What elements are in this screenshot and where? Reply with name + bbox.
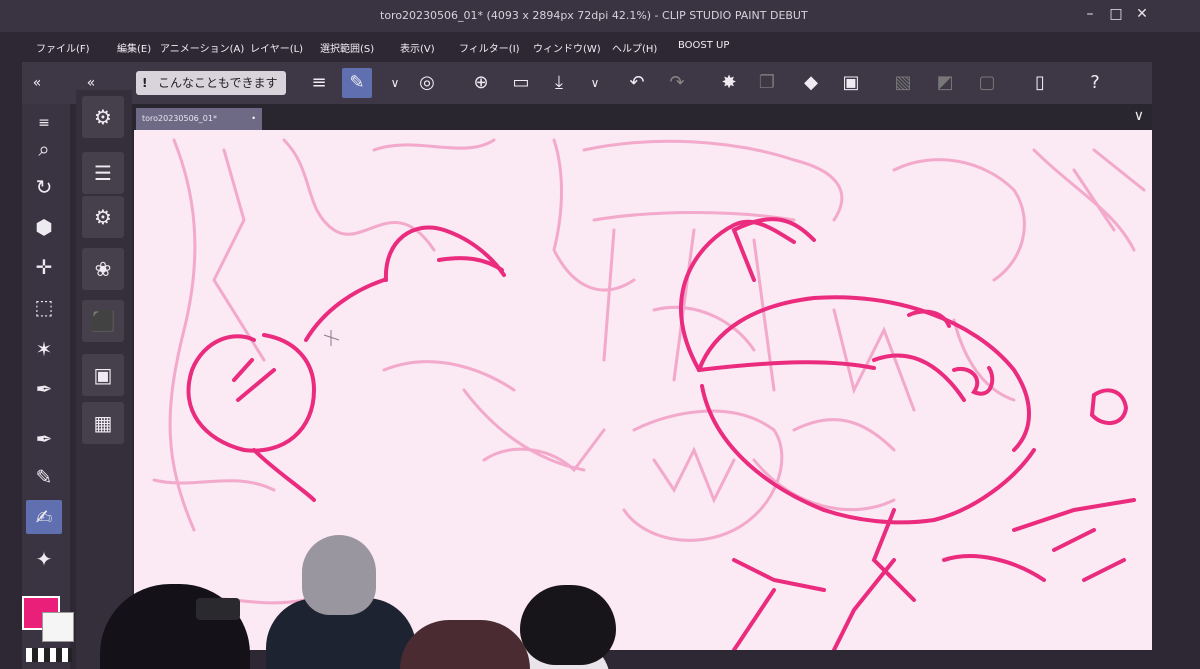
sparkle-icon[interactable]: ✦	[26, 542, 62, 576]
edit-pen-icon[interactable]: ✎	[342, 68, 372, 98]
pen-icon[interactable]: ✒	[26, 422, 62, 456]
sub-tool-detail-icon[interactable]: ☰	[82, 152, 124, 194]
minimize-icon[interactable]: –	[1078, 2, 1102, 26]
projected-screen: toro20230506_01* (4093 x 2894px 72dpi 42…	[0, 0, 1200, 669]
help-bubble-icon[interactable]: ?	[1080, 68, 1110, 98]
window-title: toro20230506_01* (4093 x 2894px 72dpi 42…	[380, 9, 808, 22]
menu-file[interactable]: ファイル(F)	[36, 40, 90, 55]
frame-icon[interactable]: ▢	[972, 68, 1002, 98]
color-drops-icon[interactable]: ❀	[82, 248, 124, 290]
phone-icon[interactable]: ▯	[1025, 68, 1055, 98]
menu-boost-up[interactable]: BOOST UP	[678, 40, 729, 51]
clear-selection-icon[interactable]: ▧	[888, 68, 918, 98]
rotate-icon[interactable]: ↻	[26, 170, 62, 204]
brush-settings-icon[interactable]: ⚙	[82, 196, 124, 238]
menu-layer[interactable]: レイヤー(L)	[250, 40, 303, 55]
command-bar: « « ! こんなこともできます ≡ ✎ ∨ ◎ ⊕ ▭ ⤓ ∨ ↶ ↷ ✸ ❐…	[22, 62, 1152, 104]
rough-sketch-lines	[152, 138, 1146, 605]
transform-icon[interactable]: ▣	[836, 68, 866, 98]
drawing-canvas[interactable]	[134, 130, 1152, 652]
camera-silhouette	[196, 598, 240, 620]
material-grid-icon[interactable]: ▦	[82, 402, 124, 444]
sketch-artwork	[152, 138, 1146, 652]
layers-icon[interactable]: ⬛	[82, 300, 124, 342]
menu-filter[interactable]: フィルター(I)	[459, 40, 520, 55]
transparent-color-icon[interactable]	[26, 648, 72, 662]
unsaved-dot-icon: •	[251, 114, 256, 123]
menu-window[interactable]: ウィンドウ(W)	[533, 40, 601, 55]
save-icon[interactable]: ⤓	[544, 68, 574, 98]
document-tab[interactable]: toro20230506_01* •	[136, 108, 262, 130]
marquee-icon[interactable]: ⬚	[26, 290, 62, 324]
menu-help[interactable]: ヘルプ(H)	[612, 40, 657, 55]
gradient-icon[interactable]: ◩	[930, 68, 960, 98]
tab-menu-chevron-icon[interactable]: ∨	[1134, 108, 1144, 124]
open-folder-icon[interactable]: ▭	[506, 68, 536, 98]
tool-palette: ≡ ⌕ ↻ ⬢ ✛ ⬚ ✶ ✒ ✒ ✎ ✍ ✦	[22, 104, 70, 669]
sub-tool-settings-icon[interactable]: ⚙	[82, 96, 124, 138]
move-icon[interactable]: ✛	[26, 250, 62, 284]
title-bar: toro20230506_01* (4093 x 2894px 72dpi 42…	[0, 0, 1200, 32]
copy-icon[interactable]: ❐	[752, 68, 782, 98]
menu-edit[interactable]: 編集(E)	[117, 40, 151, 55]
sub-color-swatch[interactable]	[42, 612, 74, 642]
audience-head-right	[520, 585, 616, 665]
tips-label: こんなこともできます	[158, 76, 278, 90]
maximize-icon[interactable]: □	[1104, 2, 1128, 26]
collapse-left-icon[interactable]: «	[22, 68, 52, 98]
loading-spinner-icon[interactable]: ✸	[714, 68, 744, 98]
magic-wand-icon[interactable]: ✶	[26, 332, 62, 366]
brush-cursor-icon	[323, 330, 340, 346]
spiral-icon[interactable]: ◎	[412, 68, 442, 98]
audience-grey-hair	[302, 535, 376, 615]
exclamation-icon: !	[142, 76, 148, 90]
undo-icon[interactable]: ↶	[622, 68, 652, 98]
object-select-icon[interactable]: ⬢	[26, 210, 62, 244]
pencil-icon[interactable]: ✎	[26, 460, 62, 494]
document-tab-strip: toro20230506_01* • ∨	[132, 104, 1152, 132]
fill-bucket-icon[interactable]: ◆	[796, 68, 826, 98]
sub-tool-panel: ⚙ ☰ ⚙ ❀ ⬛ ▣ ▦	[76, 90, 132, 669]
document-tab-label: toro20230506_01*	[142, 114, 217, 123]
save-options-chevron-icon[interactable]: ∨	[580, 68, 610, 98]
menu-view[interactable]: 表示(V)	[400, 40, 435, 55]
zoom-icon[interactable]: ⌕	[26, 132, 62, 166]
navigator-icon[interactable]: ▣	[82, 354, 124, 396]
hamburger-menu-icon[interactable]: ≡	[304, 68, 334, 98]
chevron-down-icon[interactable]: ∨	[380, 68, 410, 98]
menu-selection[interactable]: 選択範囲(S)	[320, 40, 374, 55]
close-icon[interactable]: ✕	[1130, 2, 1154, 26]
brush-icon[interactable]: ✍	[26, 500, 62, 534]
menu-bar: ファイル(F) 編集(E) アニメーション(A) レイヤー(L) 選択範囲(S)…	[22, 36, 1152, 58]
menu-animation[interactable]: アニメーション(A)	[160, 40, 244, 55]
redo-icon[interactable]: ↷	[662, 68, 692, 98]
eyedropper-icon[interactable]: ✒	[26, 372, 62, 406]
tips-button[interactable]: ! こんなこともできます	[136, 71, 286, 95]
new-file-icon[interactable]: ⊕	[466, 68, 496, 98]
